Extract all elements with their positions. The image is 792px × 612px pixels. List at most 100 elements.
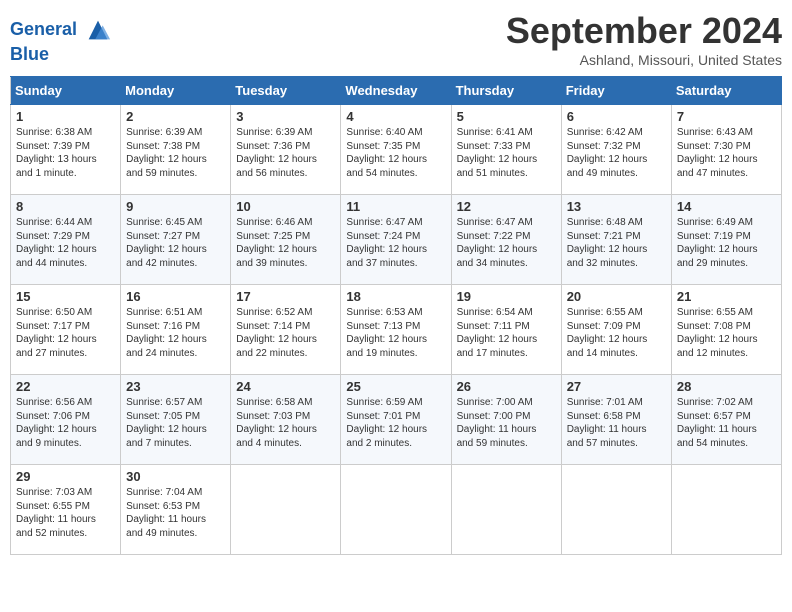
calendar-cell: 6 Sunrise: 6:42 AM Sunset: 7:32 PM Dayli… bbox=[561, 105, 671, 195]
day-number: 14 bbox=[677, 199, 776, 214]
sunset-label: Sunset: 7:30 PM bbox=[677, 141, 751, 152]
day-number: 30 bbox=[126, 469, 225, 484]
daylight-label: Daylight: 12 hours and 44 minutes. bbox=[16, 244, 97, 269]
day-info: Sunrise: 6:38 AM Sunset: 7:39 PM Dayligh… bbox=[16, 126, 115, 180]
calendar-cell: 30 Sunrise: 7:04 AM Sunset: 6:53 PM Dayl… bbox=[121, 465, 231, 555]
daylight-label: Daylight: 12 hours and 49 minutes. bbox=[567, 154, 648, 179]
sunrise-label: Sunrise: 6:43 AM bbox=[677, 127, 753, 138]
daylight-label: Daylight: 12 hours and 32 minutes. bbox=[567, 244, 648, 269]
sunset-label: Sunset: 7:14 PM bbox=[236, 321, 310, 332]
calendar-cell: 22 Sunrise: 6:56 AM Sunset: 7:06 PM Dayl… bbox=[11, 375, 121, 465]
calendar-cell: 12 Sunrise: 6:47 AM Sunset: 7:22 PM Dayl… bbox=[451, 195, 561, 285]
calendar-cell bbox=[451, 465, 561, 555]
calendar-cell: 15 Sunrise: 6:50 AM Sunset: 7:17 PM Dayl… bbox=[11, 285, 121, 375]
daylight-label: Daylight: 12 hours and 19 minutes. bbox=[346, 334, 427, 359]
weekday-header: Wednesday bbox=[341, 77, 451, 105]
sunrise-label: Sunrise: 6:55 AM bbox=[567, 307, 643, 318]
page-header: General Blue September 2024 Ashland, Mis… bbox=[10, 10, 782, 68]
day-info: Sunrise: 6:51 AM Sunset: 7:16 PM Dayligh… bbox=[126, 306, 225, 360]
day-number: 4 bbox=[346, 109, 445, 124]
sunset-label: Sunset: 7:08 PM bbox=[677, 321, 751, 332]
calendar-cell: 27 Sunrise: 7:01 AM Sunset: 6:58 PM Dayl… bbox=[561, 375, 671, 465]
daylight-label: Daylight: 12 hours and 4 minutes. bbox=[236, 424, 317, 449]
day-number: 5 bbox=[457, 109, 556, 124]
daylight-label: Daylight: 12 hours and 39 minutes. bbox=[236, 244, 317, 269]
calendar-cell: 24 Sunrise: 6:58 AM Sunset: 7:03 PM Dayl… bbox=[231, 375, 341, 465]
daylight-label: Daylight: 11 hours and 52 minutes. bbox=[16, 514, 96, 539]
daylight-label: Daylight: 11 hours and 57 minutes. bbox=[567, 424, 647, 449]
daylight-label: Daylight: 12 hours and 51 minutes. bbox=[457, 154, 538, 179]
sunrise-label: Sunrise: 6:42 AM bbox=[567, 127, 643, 138]
weekday-header: Saturday bbox=[671, 77, 781, 105]
sunset-label: Sunset: 7:38 PM bbox=[126, 141, 200, 152]
calendar-week-row: 8 Sunrise: 6:44 AM Sunset: 7:29 PM Dayli… bbox=[11, 195, 782, 285]
day-info: Sunrise: 6:56 AM Sunset: 7:06 PM Dayligh… bbox=[16, 396, 115, 450]
logo-icon bbox=[84, 16, 112, 44]
day-number: 10 bbox=[236, 199, 335, 214]
sunrise-label: Sunrise: 6:58 AM bbox=[236, 397, 312, 408]
daylight-label: Daylight: 12 hours and 27 minutes. bbox=[16, 334, 97, 359]
sunrise-label: Sunrise: 7:04 AM bbox=[126, 487, 202, 498]
day-info: Sunrise: 7:00 AM Sunset: 7:00 PM Dayligh… bbox=[457, 396, 556, 450]
day-info: Sunrise: 6:39 AM Sunset: 7:38 PM Dayligh… bbox=[126, 126, 225, 180]
logo-general: General bbox=[10, 19, 77, 39]
sunrise-label: Sunrise: 6:48 AM bbox=[567, 217, 643, 228]
sunrise-label: Sunrise: 7:03 AM bbox=[16, 487, 92, 498]
daylight-label: Daylight: 12 hours and 9 minutes. bbox=[16, 424, 97, 449]
calendar-table: SundayMondayTuesdayWednesdayThursdayFrid… bbox=[10, 76, 782, 555]
day-info: Sunrise: 6:49 AM Sunset: 7:19 PM Dayligh… bbox=[677, 216, 776, 270]
day-number: 26 bbox=[457, 379, 556, 394]
day-number: 27 bbox=[567, 379, 666, 394]
sunrise-label: Sunrise: 7:00 AM bbox=[457, 397, 533, 408]
calendar-cell bbox=[561, 465, 671, 555]
day-info: Sunrise: 6:59 AM Sunset: 7:01 PM Dayligh… bbox=[346, 396, 445, 450]
daylight-label: Daylight: 12 hours and 22 minutes. bbox=[236, 334, 317, 359]
day-info: Sunrise: 6:47 AM Sunset: 7:22 PM Dayligh… bbox=[457, 216, 556, 270]
day-number: 13 bbox=[567, 199, 666, 214]
calendar-cell: 20 Sunrise: 6:55 AM Sunset: 7:09 PM Dayl… bbox=[561, 285, 671, 375]
sunset-label: Sunset: 7:22 PM bbox=[457, 231, 531, 242]
sunset-label: Sunset: 7:09 PM bbox=[567, 321, 641, 332]
weekday-header: Thursday bbox=[451, 77, 561, 105]
day-info: Sunrise: 6:54 AM Sunset: 7:11 PM Dayligh… bbox=[457, 306, 556, 360]
calendar-cell: 13 Sunrise: 6:48 AM Sunset: 7:21 PM Dayl… bbox=[561, 195, 671, 285]
calendar-week-row: 22 Sunrise: 6:56 AM Sunset: 7:06 PM Dayl… bbox=[11, 375, 782, 465]
weekday-header: Tuesday bbox=[231, 77, 341, 105]
sunrise-label: Sunrise: 6:39 AM bbox=[126, 127, 202, 138]
day-info: Sunrise: 6:47 AM Sunset: 7:24 PM Dayligh… bbox=[346, 216, 445, 270]
sunset-label: Sunset: 6:53 PM bbox=[126, 501, 200, 512]
daylight-label: Daylight: 12 hours and 29 minutes. bbox=[677, 244, 758, 269]
day-number: 22 bbox=[16, 379, 115, 394]
calendar-cell: 11 Sunrise: 6:47 AM Sunset: 7:24 PM Dayl… bbox=[341, 195, 451, 285]
day-number: 17 bbox=[236, 289, 335, 304]
day-info: Sunrise: 6:41 AM Sunset: 7:33 PM Dayligh… bbox=[457, 126, 556, 180]
sunrise-label: Sunrise: 6:44 AM bbox=[16, 217, 92, 228]
sunrise-label: Sunrise: 6:47 AM bbox=[346, 217, 422, 228]
logo-text: General bbox=[10, 16, 112, 44]
day-info: Sunrise: 6:45 AM Sunset: 7:27 PM Dayligh… bbox=[126, 216, 225, 270]
day-number: 24 bbox=[236, 379, 335, 394]
weekday-header: Sunday bbox=[11, 77, 121, 105]
day-number: 20 bbox=[567, 289, 666, 304]
day-info: Sunrise: 6:55 AM Sunset: 7:08 PM Dayligh… bbox=[677, 306, 776, 360]
sunrise-label: Sunrise: 6:47 AM bbox=[457, 217, 533, 228]
calendar-cell: 3 Sunrise: 6:39 AM Sunset: 7:36 PM Dayli… bbox=[231, 105, 341, 195]
title-section: September 2024 Ashland, Missouri, United… bbox=[506, 10, 782, 68]
day-number: 3 bbox=[236, 109, 335, 124]
sunset-label: Sunset: 7:35 PM bbox=[346, 141, 420, 152]
sunrise-label: Sunrise: 6:45 AM bbox=[126, 217, 202, 228]
calendar-cell bbox=[671, 465, 781, 555]
sunset-label: Sunset: 7:33 PM bbox=[457, 141, 531, 152]
calendar-cell: 9 Sunrise: 6:45 AM Sunset: 7:27 PM Dayli… bbox=[121, 195, 231, 285]
calendar-cell: 19 Sunrise: 6:54 AM Sunset: 7:11 PM Dayl… bbox=[451, 285, 561, 375]
day-info: Sunrise: 6:57 AM Sunset: 7:05 PM Dayligh… bbox=[126, 396, 225, 450]
daylight-label: Daylight: 12 hours and 2 minutes. bbox=[346, 424, 427, 449]
sunset-label: Sunset: 7:19 PM bbox=[677, 231, 751, 242]
day-number: 28 bbox=[677, 379, 776, 394]
day-info: Sunrise: 6:44 AM Sunset: 7:29 PM Dayligh… bbox=[16, 216, 115, 270]
calendar-cell: 8 Sunrise: 6:44 AM Sunset: 7:29 PM Dayli… bbox=[11, 195, 121, 285]
calendar-cell: 5 Sunrise: 6:41 AM Sunset: 7:33 PM Dayli… bbox=[451, 105, 561, 195]
sunset-label: Sunset: 7:06 PM bbox=[16, 411, 90, 422]
sunset-label: Sunset: 7:25 PM bbox=[236, 231, 310, 242]
daylight-label: Daylight: 12 hours and 14 minutes. bbox=[567, 334, 648, 359]
